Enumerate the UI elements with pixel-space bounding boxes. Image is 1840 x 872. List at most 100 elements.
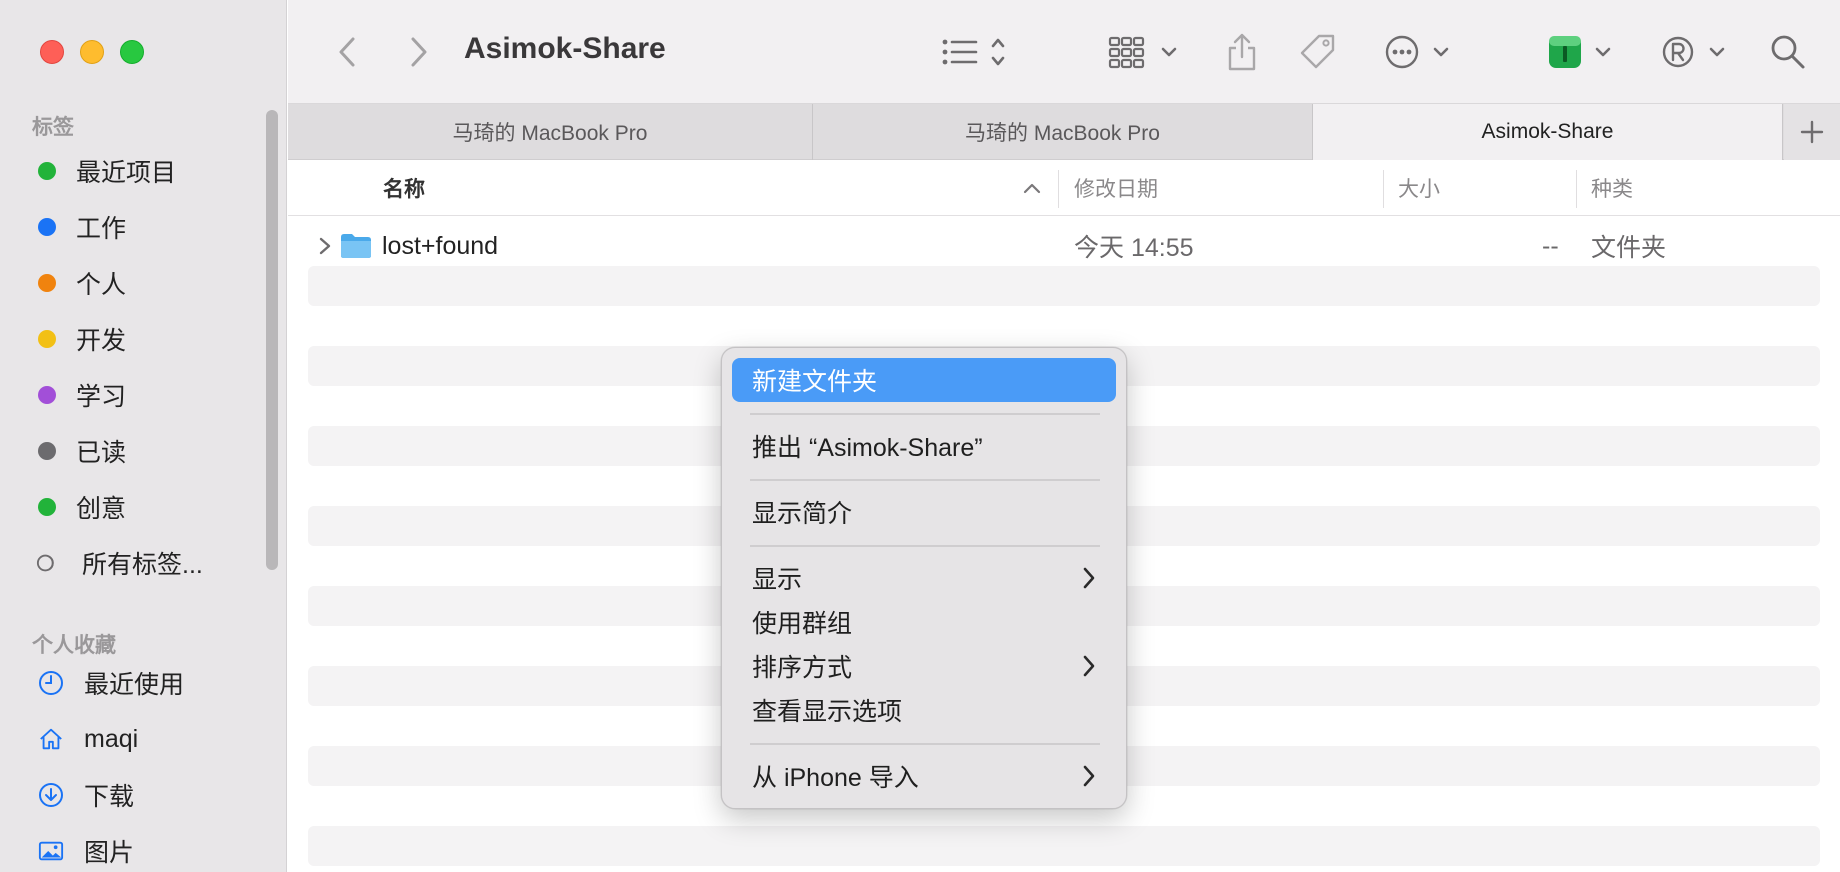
download-icon — [38, 782, 64, 808]
menu-item-label: 查看显示选项 — [752, 698, 903, 726]
more-actions-button[interactable] — [1384, 30, 1456, 74]
chevron-right-icon — [1083, 765, 1095, 787]
column-size-header[interactable]: 大小 — [1398, 160, 1440, 216]
sidebar-tag-recent[interactable]: 最近项目 — [38, 151, 176, 191]
sidebar-tag-study[interactable]: 学习 — [38, 375, 126, 415]
back-button[interactable] — [332, 30, 362, 74]
folder-icon — [340, 226, 372, 266]
tag-color-dot — [38, 330, 56, 348]
menu-item-get-info[interactable]: 显示简介 — [732, 490, 1116, 534]
tags-button[interactable] — [1296, 30, 1340, 74]
column-divider[interactable] — [1383, 170, 1384, 208]
list-view-icon — [942, 38, 1005, 66]
close-window-button[interactable] — [40, 40, 64, 64]
menu-item-label: 显示简介 — [752, 500, 853, 528]
menu-item-view-options[interactable]: 查看显示选项 — [732, 688, 1116, 732]
menu-item-use-groups[interactable]: 使用群组 — [732, 600, 1116, 644]
tab-asimok-share[interactable]: Asimok-Share — [1313, 104, 1783, 160]
sidebar-tag-creative[interactable]: 创意 — [38, 487, 126, 527]
menu-item-show[interactable]: 显示 — [732, 556, 1116, 600]
registered-extension-button[interactable] — [1660, 30, 1732, 74]
menu-item-label: 新建文件夹 — [752, 368, 878, 396]
ellipsis-circle-icon — [1385, 35, 1449, 69]
context-menu: 新建文件夹 推出 “Asimok-Share” 显示简介 显示 使用群组 排序方… — [721, 347, 1127, 809]
group-button[interactable] — [1108, 32, 1182, 72]
chevron-up-icon — [1023, 183, 1041, 194]
column-name-header[interactable]: 名称 — [383, 160, 425, 216]
menu-separator — [750, 413, 1100, 415]
tab-label: Asimok-Share — [1481, 120, 1614, 143]
green-app-icon — [1549, 36, 1611, 68]
menu-item-new-folder[interactable]: 新建文件夹 — [732, 358, 1116, 402]
disclosure-chevron-icon[interactable] — [318, 226, 332, 266]
zoom-window-button[interactable] — [120, 40, 144, 64]
column-label: 名称 — [383, 178, 425, 201]
home-icon — [38, 726, 64, 752]
all-tags-icon — [36, 550, 62, 576]
forward-button[interactable] — [404, 30, 434, 74]
empty-row — [308, 826, 1820, 866]
sidebar-all-tags[interactable]: 所有标签... — [36, 543, 203, 583]
sidebar-tag-dev[interactable]: 开发 — [38, 319, 126, 359]
chevron-right-icon — [1083, 655, 1095, 677]
tab-macbook-1[interactable]: 马琦的 MacBook Pro — [288, 104, 813, 160]
new-tab-button[interactable] — [1784, 104, 1840, 160]
menu-item-eject[interactable]: 推出 “Asimok-Share” — [732, 424, 1116, 468]
table-row[interactable]: lost+found 今天 14:55 -- 文件夹 — [288, 226, 1840, 266]
photo-icon — [38, 838, 64, 864]
sort-ascending-indicator[interactable] — [1023, 160, 1041, 216]
sidebar: 标签 最近项目 工作 个人 开发 学习 已读 创意 所有标签... 个人收藏 最… — [0, 0, 287, 872]
registered-icon — [1662, 36, 1725, 68]
tag-color-dot — [38, 162, 56, 180]
sidebar-item-label: 下载 — [84, 783, 135, 811]
tab-bar: 马琦的 MacBook Pro 马琦的 MacBook Pro Asimok-S… — [288, 104, 1840, 160]
sidebar-item-downloads[interactable]: 下载 — [38, 775, 134, 815]
menu-item-label: 显示 — [752, 566, 803, 594]
column-divider[interactable] — [1058, 170, 1059, 208]
sidebar-item-pictures[interactable]: 图片 — [38, 831, 134, 871]
file-kind: 文件夹 — [1591, 234, 1667, 262]
menu-item-sort-by[interactable]: 排序方式 — [732, 644, 1116, 688]
sidebar-tag-personal[interactable]: 个人 — [38, 263, 126, 303]
menu-separator — [750, 743, 1100, 745]
toolbar: Asimok-Share — [288, 0, 1840, 104]
search-icon — [1771, 35, 1805, 69]
column-kind-header[interactable]: 种类 — [1591, 160, 1633, 216]
sidebar-tag-read[interactable]: 已读 — [38, 431, 126, 471]
sidebar-item-label: 工作 — [76, 215, 127, 243]
sidebar-item-label: 最近使用 — [84, 671, 185, 699]
sidebar-tag-work[interactable]: 工作 — [38, 207, 126, 247]
search-button[interactable] — [1766, 30, 1810, 74]
file-name: lost+found — [382, 231, 499, 260]
view-mode-list-button[interactable] — [940, 32, 1012, 72]
chevron-right-icon — [1083, 567, 1095, 589]
clock-icon — [38, 670, 64, 696]
share-icon — [1228, 33, 1256, 71]
tag-color-dot — [38, 274, 56, 292]
grid-icon — [1108, 36, 1177, 69]
column-divider[interactable] — [1576, 170, 1577, 208]
minimize-window-button[interactable] — [80, 40, 104, 64]
menu-item-label: 推出 “Asimok-Share” — [752, 434, 983, 462]
sidebar-item-label: 开发 — [76, 327, 127, 355]
sidebar-item-label: 最近项目 — [76, 159, 177, 187]
share-button[interactable] — [1222, 28, 1262, 76]
tab-label: 马琦的 MacBook Pro — [452, 122, 648, 145]
column-date-header[interactable]: 修改日期 — [1074, 160, 1158, 216]
tag-color-dot — [38, 498, 56, 516]
file-modified-date: 今天 14:55 — [1074, 234, 1194, 262]
tag-color-dot — [38, 386, 56, 404]
tag-color-dot — [38, 218, 56, 236]
menu-item-label: 从 iPhone 导入 — [752, 764, 919, 792]
sidebar-item-home[interactable]: maqi — [38, 719, 138, 759]
window-title: Asimok-Share — [464, 32, 666, 65]
column-header: 名称 修改日期 大小 种类 — [288, 160, 1840, 216]
sidebar-item-recents[interactable]: 最近使用 — [38, 663, 184, 703]
sidebar-scrollbar[interactable] — [266, 110, 278, 570]
menu-item-import-from-iphone[interactable]: 从 iPhone 导入 — [732, 754, 1116, 798]
menu-separator — [750, 545, 1100, 547]
extension-app-button[interactable] — [1546, 30, 1618, 74]
menu-item-label: 排序方式 — [752, 654, 853, 682]
file-size: -- — [1542, 231, 1559, 260]
tab-macbook-2[interactable]: 马琦的 MacBook Pro — [813, 104, 1313, 160]
